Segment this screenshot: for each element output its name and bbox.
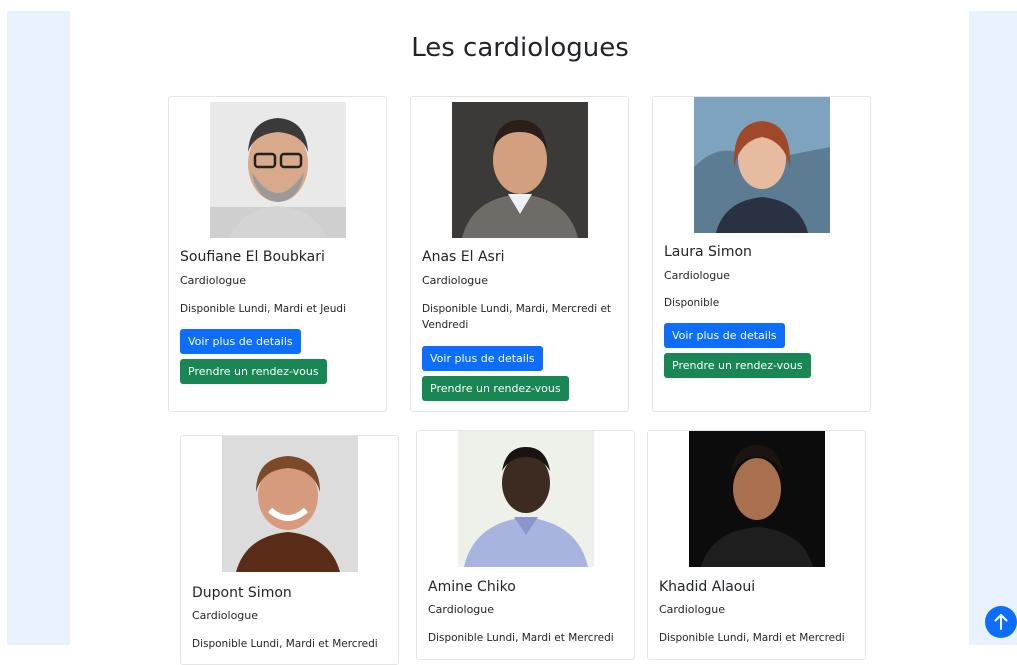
doctor-availability: Disponible Lundi, Mardi et Mercredi [428, 632, 614, 644]
doctor-name: Dupont Simon [192, 585, 292, 601]
doctor-availability: Disponible Lundi, Mardi, Mercredi et Ven… [422, 303, 612, 331]
doctor-specialty: Cardiologue [180, 274, 247, 287]
doctor-card: Anas El Asri Cardiologue Disponible Lund… [410, 96, 629, 412]
book-appointment-button[interactable]: Prendre un rendez-vous [422, 376, 569, 401]
doctor-card: Khadid Alaoui Cardiologue Disponible Lun… [647, 430, 866, 660]
doctor-name: Soufiane El Boubkari [180, 249, 325, 265]
book-appointment-button[interactable]: Prendre un rendez-vous [180, 359, 327, 384]
doctor-card: Laura Simon Cardiologue Disponible Voir … [652, 96, 871, 412]
book-appointment-button[interactable]: Prendre un rendez-vous [664, 353, 811, 378]
doctor-photo [452, 102, 588, 238]
right-side-panel [969, 11, 1017, 645]
doctor-name: Laura Simon [664, 244, 752, 260]
doctor-specialty: Cardiologue [192, 609, 259, 622]
left-side-panel [7, 11, 70, 645]
doctor-specialty: Cardiologue [664, 269, 731, 282]
view-details-button[interactable]: Voir plus de details [664, 323, 785, 348]
doctor-card: Dupont Simon Cardiologue Disponible Lund… [180, 435, 399, 665]
doctor-photo [222, 436, 358, 572]
doctor-photo [689, 431, 825, 567]
doctor-availability: Disponible Lundi, Mardi et Mercredi [659, 632, 845, 644]
page-title: Les cardiologues [411, 33, 629, 63]
doctor-availability: Disponible Lundi, Mardi et Mercredi [192, 638, 378, 650]
view-details-button[interactable]: Voir plus de details [422, 346, 543, 371]
doctor-specialty: Cardiologue [428, 603, 495, 616]
doctor-photo [210, 102, 346, 238]
doctor-card: Soufiane El Boubkari Cardiologue Disponi… [168, 96, 387, 412]
doctor-card: Amine Chiko Cardiologue Disponible Lundi… [416, 430, 635, 660]
arrow-up-icon [994, 614, 1008, 630]
scroll-to-top-button[interactable] [985, 606, 1017, 638]
doctor-photo [458, 431, 594, 567]
doctor-specialty: Cardiologue [659, 603, 726, 616]
doctor-name: Anas El Asri [422, 249, 505, 265]
doctor-photo [694, 97, 830, 233]
doctor-availability: Disponible [664, 297, 720, 309]
doctor-name: Khadid Alaoui [659, 579, 756, 595]
doctor-specialty: Cardiologue [422, 274, 489, 287]
doctor-name: Amine Chiko [428, 579, 516, 595]
view-details-button[interactable]: Voir plus de details [180, 329, 301, 354]
doctor-availability: Disponible Lundi, Mardi et Jeudi [180, 303, 347, 315]
